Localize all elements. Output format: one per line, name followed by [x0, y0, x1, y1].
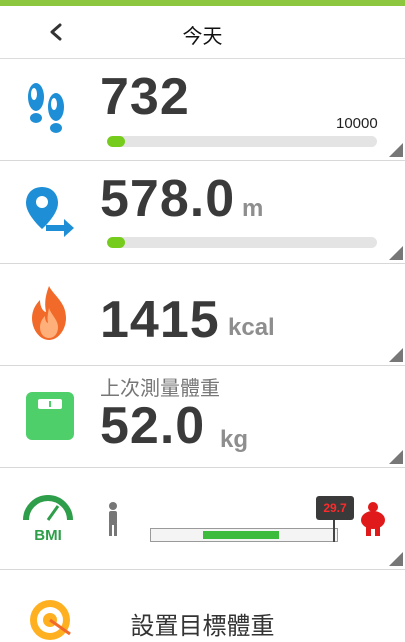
distance-row[interactable]: 578.0 m — [0, 161, 405, 264]
steps-value: 732 — [100, 68, 190, 126]
page-title: 今天 — [182, 26, 223, 48]
calories-value: 1415 — [100, 291, 220, 349]
steps-row[interactable]: 732 10000 — [0, 59, 405, 161]
steps-progress-fill — [107, 136, 125, 147]
steps-progress-bar — [107, 136, 377, 147]
expand-corner-icon — [389, 450, 403, 464]
steps-goal: 10000 — [336, 115, 378, 132]
flame-icon — [32, 286, 66, 340]
location-pin-arrow-icon — [26, 187, 74, 237]
set-target-weight-label[interactable]: 設置目標體重 — [0, 606, 405, 641]
weight-unit: kg — [220, 426, 249, 453]
scale-icon — [26, 392, 74, 440]
calories-unit: kcal — [228, 314, 275, 341]
bmi-gauge-icon: BMI — [23, 495, 73, 544]
bmi-normal-range — [203, 531, 279, 539]
bmi-value-flag: 29.7 — [316, 496, 354, 520]
distance-value: 578.0 — [100, 170, 236, 228]
distance-progress-bar — [107, 237, 377, 248]
distance-unit: m — [242, 195, 264, 222]
calories-row[interactable]: 1415 kcal — [0, 264, 405, 366]
weight-value: 52.0 — [100, 397, 206, 455]
slim-person-icon — [109, 502, 117, 536]
expand-corner-icon — [389, 246, 403, 260]
weight-row[interactable]: 上次測量體重 52.0 kg — [0, 366, 405, 468]
bmi-marker-pin — [333, 520, 335, 542]
expand-corner-icon — [389, 348, 403, 362]
distance-progress-fill — [107, 237, 125, 248]
bmi-scale-track — [150, 528, 338, 542]
header: 今天 — [0, 6, 405, 59]
heavy-person-icon — [361, 502, 385, 536]
bmi-label: BMI — [34, 527, 62, 544]
expand-corner-icon — [389, 143, 403, 157]
expand-corner-icon — [389, 552, 403, 566]
footsteps-icon — [28, 83, 64, 133]
